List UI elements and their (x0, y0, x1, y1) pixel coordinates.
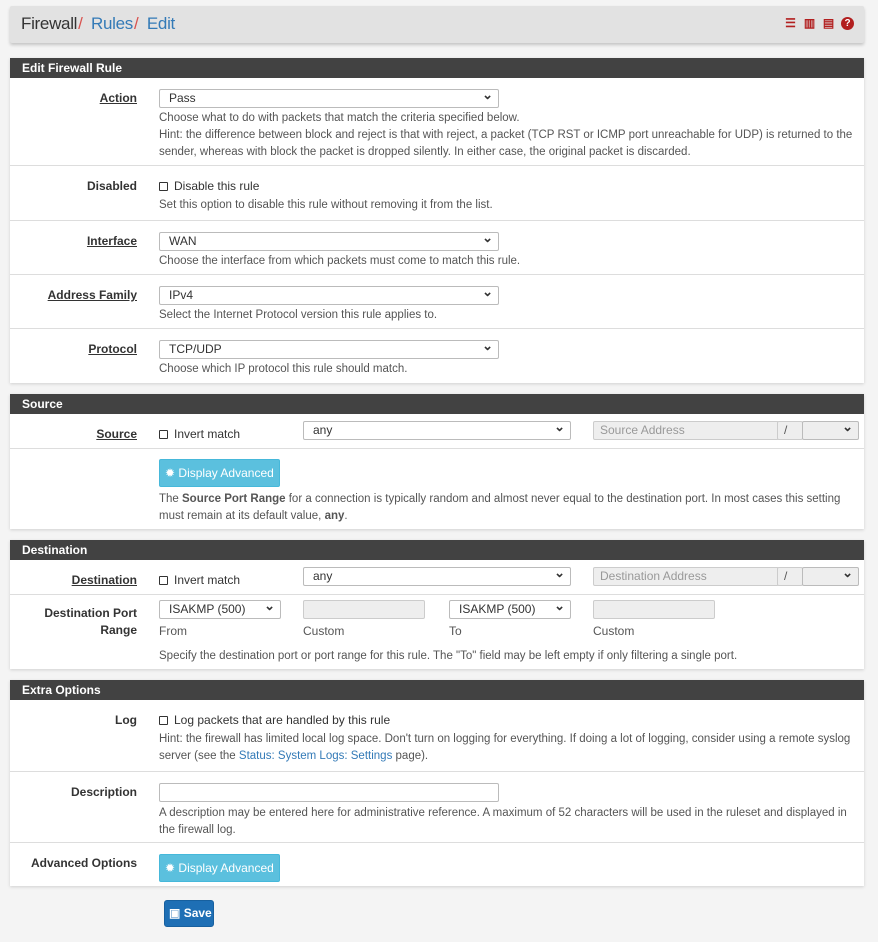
disabled-label: Disabled (86, 179, 137, 193)
breadcrumb-firewall: Firewall (21, 14, 78, 33)
destination-mask-select[interactable] (802, 564, 859, 586)
gear-icon: ✹ (165, 861, 176, 875)
address-family-select[interactable]: IPv4 (159, 283, 499, 305)
list-icon[interactable]: ▤ (822, 17, 835, 30)
interface-help: Choose the interface from which packets … (159, 255, 521, 267)
interface-select[interactable]: WAN (159, 229, 499, 251)
source-help: The Source Port Range for a connection i… (159, 493, 841, 522)
address-family-label: Address Family (47, 288, 137, 302)
destination-label: Destination (71, 573, 137, 587)
panel-title: Source (10, 394, 864, 414)
save-button[interactable]: ▣ Save (164, 900, 214, 927)
action-label: Action (99, 91, 137, 105)
port-range-label: Destination Port Range (44, 606, 137, 637)
protocol-help: Choose which IP protocol this rule shoul… (159, 363, 408, 375)
from-caption: From (159, 624, 187, 638)
destination-panel: Destination Destination Invert match any… (10, 540, 864, 669)
to-port-select[interactable]: ISAKMP (500) (449, 597, 571, 619)
slash: / (777, 567, 803, 586)
source-label: Source (96, 427, 137, 441)
disable-rule-checkbox[interactable]: Disable this rule (159, 178, 259, 194)
panel-title: Destination (10, 540, 864, 560)
source-panel: Source Source Invert match any Source Ad… (10, 394, 864, 529)
action-select[interactable]: Pass (159, 86, 499, 108)
interface-label: Interface (86, 234, 137, 248)
panel-title: Edit Firewall Rule (10, 58, 864, 78)
description-label: Description (70, 785, 137, 799)
save-icon: ▣ (169, 906, 181, 920)
sliders-icon[interactable]: ☰ (784, 17, 797, 30)
separator: / (78, 14, 83, 33)
display-advanced-button[interactable]: ✹ Display Advanced (159, 459, 280, 487)
protocol-select[interactable]: TCP/UDP (159, 337, 499, 359)
log-label: Log (115, 713, 137, 727)
help-icon[interactable]: ? (841, 17, 854, 30)
action-help: Choose what to do with packets that matc… (159, 112, 853, 158)
custom-caption: Custom (593, 624, 635, 638)
gear-icon: ✹ (165, 466, 176, 480)
address-family-help: Select the Internet Protocol version thi… (159, 309, 438, 321)
from-port-select[interactable]: ISAKMP (500) (159, 597, 281, 619)
log-checkbox[interactable]: Log packets that are handled by this rul… (159, 712, 390, 728)
to-custom-input[interactable] (593, 600, 715, 619)
from-custom-input[interactable] (303, 600, 425, 619)
destination-type-select[interactable]: any (303, 564, 571, 586)
system-logs-settings-link[interactable]: Status: System Logs: Settings (239, 750, 392, 762)
extra-options-panel: Extra Options Log Log packets that are h… (10, 680, 864, 886)
breadcrumb-rules[interactable]: Rules (91, 14, 133, 33)
source-type-select[interactable]: any (303, 418, 571, 440)
to-caption: To (449, 624, 462, 638)
custom-caption: Custom (303, 624, 345, 638)
disabled-help: Set this option to disable this rule wit… (159, 199, 493, 211)
destination-invert-checkbox[interactable]: Invert match (159, 572, 240, 588)
breadcrumb-edit[interactable]: Edit (147, 14, 175, 33)
port-range-help: Specify the destination port or port ran… (159, 650, 738, 662)
slash: / (777, 421, 803, 440)
source-mask-select[interactable] (802, 418, 859, 440)
separator: / (134, 14, 139, 33)
protocol-label: Protocol (88, 342, 137, 356)
advanced-options-label: Advanced Options (30, 856, 137, 870)
panel-title: Extra Options (10, 680, 864, 700)
page-header: Firewall/ Rules/ Edit ☰ ▥ ▤ ? (10, 6, 864, 43)
description-help: A description may be entered here for ad… (159, 807, 847, 836)
destination-address-input[interactable]: Destination Address (593, 567, 779, 586)
log-help: Hint: the firewall has limited local log… (159, 733, 851, 762)
source-invert-checkbox[interactable]: Invert match (159, 426, 240, 442)
bar-chart-icon[interactable]: ▥ (803, 17, 816, 30)
breadcrumb: Firewall/ Rules/ Edit (21, 14, 175, 34)
display-advanced-options-button[interactable]: ✹ Display Advanced (159, 854, 280, 882)
description-input[interactable] (159, 783, 499, 802)
source-address-input[interactable]: Source Address (593, 421, 779, 440)
edit-rule-panel: Edit Firewall Rule Action Pass Choose wh… (10, 58, 864, 383)
